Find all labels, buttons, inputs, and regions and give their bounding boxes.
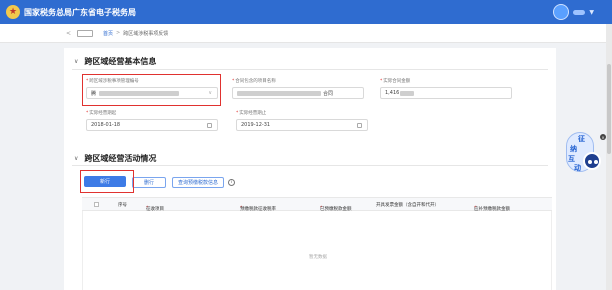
end-date-picker[interactable]: 2019-12-31 bbox=[236, 119, 368, 131]
query-prepaid-tax-button[interactable]: 查询预缴税款信息 bbox=[172, 177, 224, 188]
redacted-value bbox=[237, 90, 321, 96]
section-basic-info-title[interactable]: ∨ 跨区域经营基本信息 bbox=[74, 56, 156, 67]
start-date-label: *实际经营期起 bbox=[86, 111, 117, 116]
section-title-text: 跨区域经营活动情况 bbox=[84, 154, 157, 163]
table-header: 序号 * 征收项目 * 预缴税款征收税率 * 已预缴税款金额 开具发票金额（含自开和代… bbox=[82, 197, 552, 212]
delete-row-button[interactable]: 删行 bbox=[132, 177, 166, 188]
breadcrumb-separator: > bbox=[116, 30, 121, 36]
scrollbar-thumb[interactable] bbox=[607, 64, 611, 154]
breadcrumb-home[interactable]: 首页 bbox=[103, 30, 113, 37]
section-activity-title[interactable]: ∨ 跨区域经营活动情况 bbox=[74, 153, 156, 164]
app-title: 国家税务总局广东省电子税务局 bbox=[24, 7, 136, 17]
chevron-down-icon[interactable]: ∨ bbox=[74, 155, 78, 162]
highlight-box bbox=[80, 170, 134, 193]
end-date-value: 2019-12-31 bbox=[241, 122, 271, 128]
contract-name-input[interactable]: 合同 bbox=[232, 87, 364, 99]
user-avatar-icon[interactable] bbox=[553, 4, 570, 20]
highlight-box bbox=[82, 74, 221, 106]
contract-name-label: *合同包含的项目名称 bbox=[232, 79, 276, 84]
user-name[interactable] bbox=[573, 9, 586, 15]
assistant-widget[interactable]: 征 纳 互 动 × bbox=[566, 132, 606, 178]
amount-field: *实际合同金额 1,416 bbox=[380, 78, 512, 99]
divider bbox=[72, 69, 548, 70]
chevron-down-icon[interactable]: ▼ bbox=[589, 9, 594, 16]
redacted-value bbox=[400, 90, 415, 96]
section-title-text: 跨区域经营基本信息 bbox=[84, 57, 157, 66]
mascot-char: 动 bbox=[574, 164, 581, 172]
calendar-icon[interactable] bbox=[357, 123, 362, 128]
col-index: 序号 bbox=[118, 203, 127, 208]
amount-label: *实际合同金额 bbox=[380, 79, 411, 84]
back-button[interactable]: < bbox=[66, 30, 71, 37]
mascot-icon[interactable] bbox=[583, 152, 601, 170]
user-menu[interactable]: ▼ bbox=[553, 4, 594, 20]
page-scrollbar[interactable] bbox=[606, 24, 612, 290]
end-date-label: *实际经营期止 bbox=[236, 111, 267, 116]
end-date-field: *实际经营期止 2019-12-31 bbox=[236, 110, 368, 131]
mascot-char: 纳 bbox=[570, 145, 577, 153]
table-body: 暂无数据 bbox=[82, 211, 552, 290]
tax-emblem-icon: ★ bbox=[6, 5, 20, 19]
select-all-checkbox[interactable] bbox=[94, 202, 99, 207]
contract-name-value: 合同 bbox=[323, 90, 334, 97]
empty-state-text: 暂无数据 bbox=[309, 255, 327, 260]
mascot-char: 征 bbox=[578, 135, 585, 143]
col-invoice-amount: 开具发票金额（含自开和代开） bbox=[376, 203, 439, 208]
start-date-picker[interactable]: 2018-01-18 bbox=[86, 119, 218, 131]
start-date-field: *实际经营期起 2018-01-18 bbox=[86, 110, 218, 131]
home-icon[interactable] bbox=[77, 29, 94, 37]
amount-value: 1,416 bbox=[385, 90, 400, 96]
divider bbox=[72, 165, 548, 166]
info-icon[interactable]: i bbox=[228, 179, 235, 186]
breadcrumb: < 首页 > 跨区域涉税事项反馈 bbox=[0, 24, 606, 43]
contract-name-field: *合同包含的项目名称 合同 bbox=[232, 78, 364, 99]
chevron-down-icon[interactable]: ∨ bbox=[74, 58, 78, 65]
close-icon[interactable]: × bbox=[600, 134, 606, 140]
breadcrumb-current: 跨区域涉税事项反馈 bbox=[123, 30, 169, 37]
top-header: ★ 国家税务总局广东省电子税务局 ▼ bbox=[0, 0, 612, 24]
start-date-value: 2018-01-18 bbox=[91, 122, 121, 128]
amount-input[interactable]: 1,416 bbox=[380, 87, 512, 99]
calendar-icon[interactable] bbox=[207, 123, 212, 128]
